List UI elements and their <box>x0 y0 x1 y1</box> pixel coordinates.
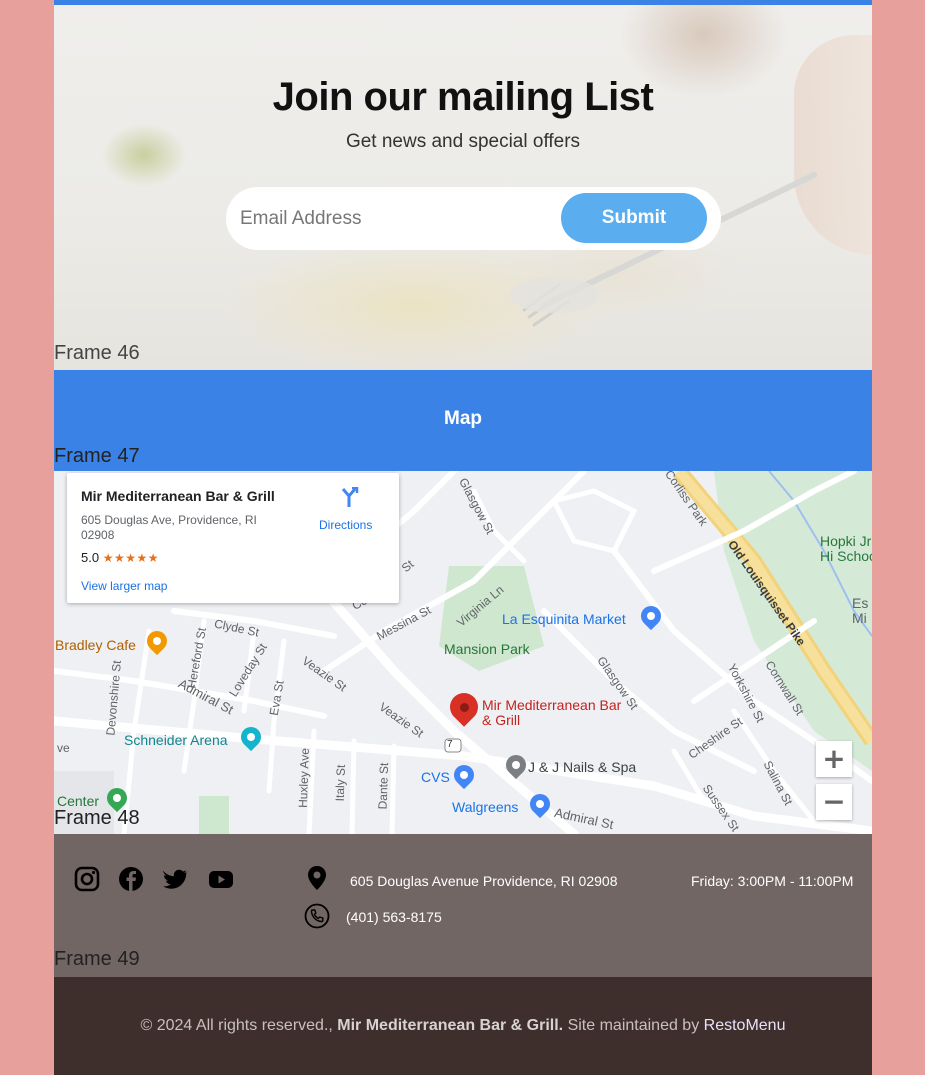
view-larger-map-link[interactable]: View larger map <box>81 579 167 593</box>
place-label-mansion-park[interactable]: Mansion Park <box>444 641 530 657</box>
zoom-in-button[interactable]: + <box>816 741 852 777</box>
map-heading-section: Map Frame 47 <box>54 370 872 471</box>
footer-info-section: 605 Douglas Avenue Providence, RI 02908 … <box>54 834 872 977</box>
copyright-prefix: © 2024 All rights reserved., <box>140 1017 338 1034</box>
place-label-es-mi[interactable]: Es Mi <box>852 596 872 626</box>
street-label: Huxley Ave <box>295 747 312 809</box>
place-label-jj-nails[interactable]: J & J Nails & Spa <box>528 759 636 775</box>
copyright-middle: Site maintained by <box>563 1017 704 1034</box>
submit-button[interactable]: Submit <box>561 193 707 243</box>
restomenu-link[interactable]: RestoMenu <box>704 1017 786 1034</box>
place-label-walgreens[interactable]: Walgreens <box>452 799 518 815</box>
street-label: Italy St <box>332 764 348 802</box>
copyright-bar: © 2024 All rights reserved., Mir Mediter… <box>54 977 872 1075</box>
footer-hours: Friday: 3:00PM - 11:00PM <box>691 873 854 889</box>
map-title: Map <box>444 408 482 429</box>
map-embed[interactable]: Glasgow St Corliss Park Old Louisquisset… <box>54 471 872 834</box>
frame-47-label: Frame 47 <box>54 445 140 467</box>
mailing-list-section: Join our mailing List Get news and speci… <box>54 5 872 370</box>
route-number: 7 <box>447 739 453 750</box>
frame-49-label: Frame 49 <box>54 948 140 970</box>
page: Join our mailing List Get news and speci… <box>54 0 872 1075</box>
place-label-schneider-arena[interactable]: Schneider Arena <box>124 732 228 748</box>
place-label-la-esquinita[interactable]: La Esquinita Market <box>502 611 626 627</box>
rating-stars-icon: ★★★★★ <box>102 551 159 565</box>
youtube-icon[interactable] <box>208 866 234 892</box>
twitter-icon[interactable] <box>163 866 189 892</box>
footer-address: 605 Douglas Avenue Providence, RI 02908 <box>350 873 618 889</box>
place-address: 605 Douglas Ave, Providence, RI 02908 <box>81 513 257 542</box>
mailing-title: Join our mailing List <box>272 75 654 119</box>
zoom-out-button[interactable]: − <box>816 784 852 820</box>
instagram-icon[interactable] <box>74 866 100 892</box>
place-info-card: Mir Mediterranean Bar & Grill 605 Dougla… <box>67 473 399 603</box>
copyright-business: Mir Mediterranean Bar & Grill. <box>337 1017 564 1034</box>
location-pin-icon <box>308 866 326 890</box>
footer-phone[interactable]: (401) 563-8175 <box>346 909 442 925</box>
directions-link[interactable]: Directions <box>319 518 372 532</box>
place-label-hopkins-school[interactable]: Hopki Jr Hi School <box>820 534 872 564</box>
place-rating: 5.0 ★★★★★ <box>81 550 159 565</box>
facebook-icon[interactable] <box>118 866 144 892</box>
frame-46-label: Frame 46 <box>54 342 140 364</box>
mailing-subtitle: Get news and special offers <box>345 131 581 152</box>
frame-48-label: Frame 48 <box>54 807 140 829</box>
email-form: Submit <box>226 187 721 250</box>
rating-value: 5.0 <box>81 550 100 565</box>
marker-dot <box>460 703 469 712</box>
place-name: Mir Mediterranean Bar & Grill <box>81 488 275 504</box>
email-input[interactable] <box>240 195 560 242</box>
directions-icon[interactable] <box>339 487 359 509</box>
phone-icon <box>304 903 330 929</box>
place-label-mir-mediterranean[interactable]: Mir Mediterranean Bar & Grill <box>482 698 622 728</box>
street-label: Dante St <box>375 762 392 810</box>
copyright-text: © 2024 All rights reserved., Mir Mediter… <box>54 1017 872 1035</box>
street-label: ve <box>57 741 70 755</box>
place-label-bradley-cafe[interactable]: Bradley Cafe <box>55 637 136 653</box>
place-label-cvs[interactable]: CVS <box>421 769 450 785</box>
